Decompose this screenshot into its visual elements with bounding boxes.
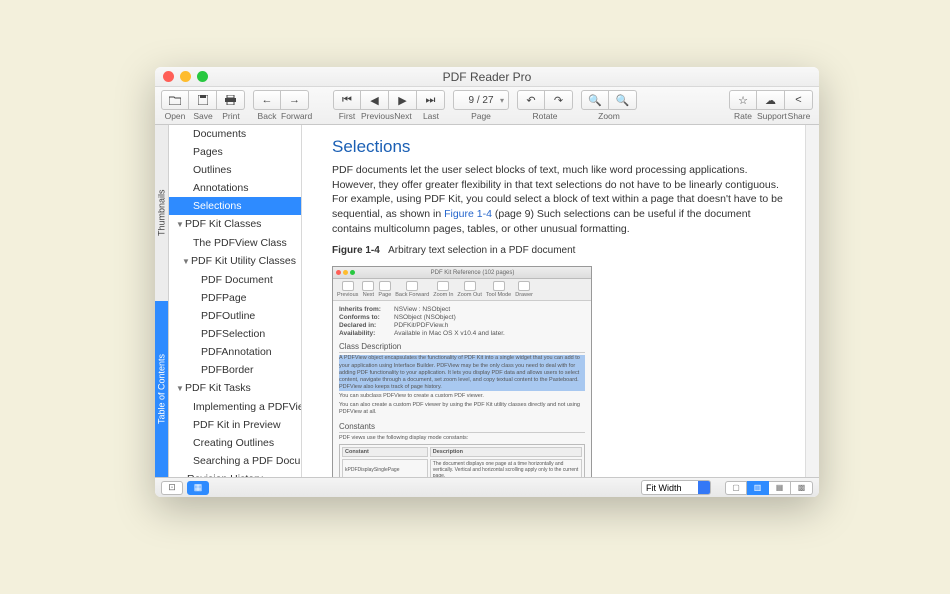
outline-item[interactable]: Implementing a PDFView: [169, 398, 301, 416]
sidebar-tabs: Thumbnails Table of Contents: [155, 125, 169, 477]
magnifier-minus-icon: 🔍: [588, 94, 602, 107]
rotate-right-button[interactable]: ↷: [545, 90, 573, 110]
cloud-icon: ☁: [765, 94, 776, 107]
outline-item[interactable]: Creating Outlines: [169, 434, 301, 452]
figure-caption: Figure 1-4 Arbitrary text selection in a…: [332, 244, 789, 258]
toolbar: OpenSavePrint ← → BackForward ⏮ ◀ ▶ ⏭ Fi…: [155, 87, 819, 125]
rotate-left-button[interactable]: ↶: [517, 90, 545, 110]
outline-item[interactable]: The PDFView Class: [169, 234, 301, 252]
outline-item[interactable]: Annotations: [169, 179, 301, 197]
statusbar: ⊡ ▦ Fit Width ▢ ▥ ▦ ▩: [155, 477, 819, 497]
main-body: Thumbnails Table of Contents DocumentsPa…: [155, 125, 819, 477]
page-indicator[interactable]: 9 / 27: [453, 90, 509, 110]
section-heading: Selections: [332, 137, 789, 157]
outline-item[interactable]: PDFOutline: [169, 307, 301, 325]
outline-item[interactable]: Documents: [169, 125, 301, 143]
outline-item[interactable]: PDFPage: [169, 289, 301, 307]
view-two-page[interactable]: ▦: [769, 481, 791, 495]
open-button[interactable]: [161, 90, 189, 110]
view-single-page[interactable]: ▢: [725, 481, 747, 495]
back-button[interactable]: ←: [253, 90, 281, 110]
support-button[interactable]: ☁: [757, 90, 785, 110]
section-paragraph: PDF documents let the user select blocks…: [332, 163, 789, 236]
rate-button[interactable]: ☆: [729, 90, 757, 110]
zoom-window-button[interactable]: [197, 71, 208, 82]
tab-thumbnails[interactable]: Thumbnails: [155, 125, 168, 301]
outline-item[interactable]: Pages: [169, 143, 301, 161]
print-button[interactable]: [217, 90, 245, 110]
forward-button[interactable]: →: [281, 90, 309, 110]
outline-item[interactable]: Revision History: [169, 470, 301, 477]
outline-item[interactable]: Outlines: [169, 161, 301, 179]
next-page-button[interactable]: ▶: [389, 90, 417, 110]
titlebar: PDF Reader Pro: [155, 67, 819, 87]
sidebar-toggle-thumbs[interactable]: ▦: [187, 481, 209, 495]
previous-page-button[interactable]: ◀: [361, 90, 389, 110]
app-window: PDF Reader Pro OpenSavePrint ← → BackFor…: [155, 67, 819, 497]
minimize-window-button[interactable]: [180, 71, 191, 82]
sidebar-toggle-outline[interactable]: ⊡: [161, 481, 183, 495]
star-icon: ☆: [738, 94, 748, 107]
outline-item[interactable]: PDF Document: [169, 271, 301, 289]
window-title: PDF Reader Pro: [155, 70, 819, 84]
embedded-figure: PDF Kit Reference (102 pages) PreviousNe…: [332, 266, 592, 477]
zoom-in-button[interactable]: 🔍: [609, 90, 637, 110]
outline-item[interactable]: ▼PDF Kit Tasks: [169, 379, 301, 398]
share-icon: <: [795, 94, 801, 106]
close-window-button[interactable]: [163, 71, 174, 82]
outline-item[interactable]: PDFSelection: [169, 325, 301, 343]
last-page-button[interactable]: ⏭: [417, 90, 445, 110]
outline-item[interactable]: Selections: [169, 197, 301, 215]
view-mode-segment: ▢ ▥ ▦ ▩: [725, 481, 813, 495]
zoom-out-button[interactable]: 🔍: [581, 90, 609, 110]
magnifier-plus-icon: 🔍: [616, 94, 630, 107]
view-continuous[interactable]: ▥: [747, 481, 769, 495]
outline-item[interactable]: ▼PDF Kit Utility Classes: [169, 252, 301, 271]
first-page-button[interactable]: ⏮: [333, 90, 361, 110]
outline-item[interactable]: Searching a PDF Document: [169, 452, 301, 470]
zoom-mode-select[interactable]: Fit Width: [641, 480, 711, 495]
vertical-scrollbar[interactable]: [805, 125, 819, 477]
outline-item[interactable]: PDFBorder: [169, 361, 301, 379]
outline-item[interactable]: PDFAnnotation: [169, 343, 301, 361]
figure-link[interactable]: Figure 1-4: [444, 208, 492, 220]
outline-sidebar: DocumentsPagesOutlinesAnnotationsSelecti…: [169, 125, 302, 477]
traffic-lights: [163, 71, 208, 82]
outline-item[interactable]: PDF Kit in Preview: [169, 416, 301, 434]
document-view[interactable]: Selections PDF documents let the user se…: [302, 125, 819, 477]
tab-table-of-contents[interactable]: Table of Contents: [155, 301, 168, 477]
save-button[interactable]: [189, 90, 217, 110]
outline-item[interactable]: ▼PDF Kit Classes: [169, 215, 301, 234]
share-button[interactable]: <: [785, 90, 813, 110]
view-two-continuous[interactable]: ▩: [791, 481, 813, 495]
